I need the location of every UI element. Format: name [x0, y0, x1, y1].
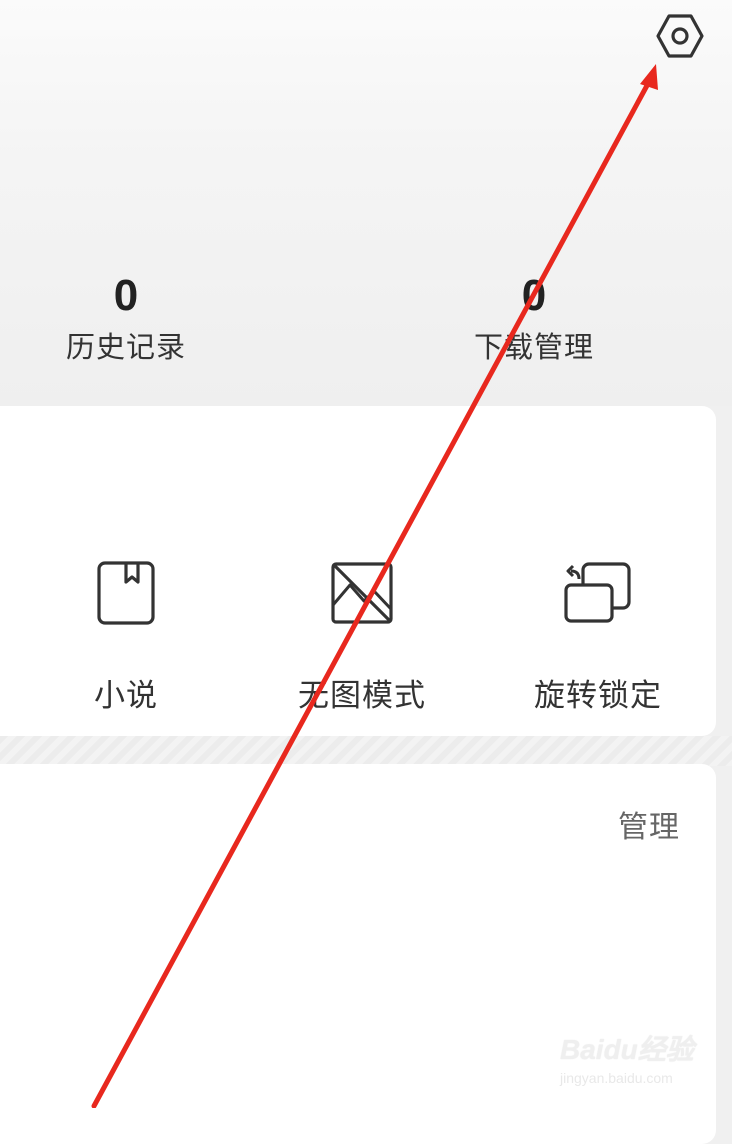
- rotate-lock-icon: [564, 562, 631, 623]
- settings-button[interactable]: [652, 10, 708, 62]
- history-stat[interactable]: 0 历史记录: [26, 268, 226, 368]
- watermark: Baidu经验 jingyan.baidu.com: [560, 1028, 700, 1098]
- manage-button[interactable]: 管理: [618, 808, 680, 848]
- no-image-mode-label: 无图模式: [298, 678, 426, 713]
- no-image-mode-button[interactable]: 无图模式: [262, 554, 462, 718]
- watermark-logo: Baidu经验: [560, 1034, 694, 1065]
- download-count: 0: [521, 271, 547, 320]
- tools-card: 小说 无图模式 旋转锁定: [0, 406, 716, 736]
- no-image-icon: [331, 562, 393, 624]
- download-stat[interactable]: 0 下载管理: [434, 268, 634, 368]
- section-divider: [0, 736, 732, 766]
- history-label: 历史记录: [65, 332, 186, 364]
- novel-label: 小说: [94, 678, 158, 713]
- rotate-lock-button[interactable]: 旋转锁定: [498, 554, 698, 718]
- gear-hexagon-icon: [656, 14, 704, 58]
- novel-button[interactable]: 小说: [26, 554, 226, 718]
- download-label: 下载管理: [473, 332, 594, 364]
- watermark-url: jingyan.baidu.com: [560, 1070, 673, 1086]
- history-count: 0: [113, 271, 139, 320]
- rotate-lock-label: 旋转锁定: [534, 678, 662, 713]
- book-icon: [97, 561, 155, 625]
